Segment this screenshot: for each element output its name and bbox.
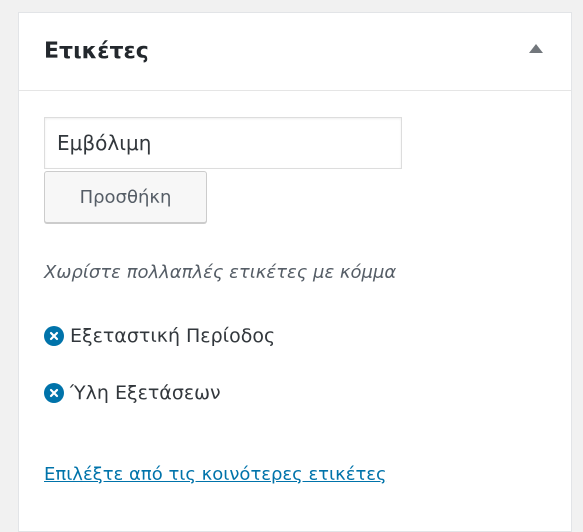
tag-item: Ύλη Εξετάσεων bbox=[44, 378, 275, 408]
tag-item: Εξεταστική Περίοδος bbox=[44, 321, 275, 351]
panel-title: Ετικέτες bbox=[44, 39, 149, 64]
remove-tag-icon[interactable] bbox=[44, 326, 64, 346]
add-tag-button[interactable]: Προσθήκη bbox=[44, 171, 207, 223]
tag-list: Εξεταστική Περίοδος Ύλη Εξετάσεων bbox=[44, 321, 275, 435]
tag-label: Ύλη Εξετάσεων bbox=[70, 382, 221, 404]
tags-hint: Χωρίστε πολλαπλές ετικέτες με κόμμα bbox=[44, 262, 397, 283]
toggle-arrow-icon[interactable] bbox=[529, 44, 543, 53]
tag-label: Εξεταστική Περίοδος bbox=[70, 325, 276, 347]
panel-header[interactable]: Ετικέτες bbox=[19, 13, 571, 91]
tags-panel: Ετικέτες Προσθήκη Χωρίστε πολλαπλές ετικ… bbox=[18, 12, 572, 532]
remove-tag-icon[interactable] bbox=[44, 383, 64, 403]
choose-popular-tags-link[interactable]: Επιλέξτε από τις κοινότερες ετικέτες bbox=[44, 464, 387, 485]
tag-input[interactable] bbox=[44, 117, 402, 169]
